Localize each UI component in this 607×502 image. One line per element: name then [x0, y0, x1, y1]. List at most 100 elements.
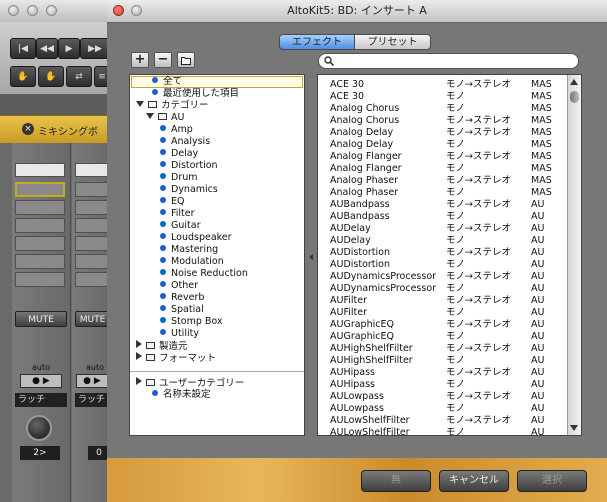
effect-list[interactable]: ACE 30 モノ→ステレオ MAS ACE 30 モノ MAS Analog Chorus… [317, 74, 582, 436]
effect-row[interactable]: AULowShelfFilter モノ→ステレオ AU [318, 415, 568, 427]
mute-button[interactable]: MUTE [15, 311, 67, 327]
tool-hand-icon[interactable]: ✋ [10, 66, 36, 87]
tree-item[interactable]: Modulation [160, 256, 224, 268]
disclosure-closed-icon[interactable] [136, 377, 142, 385]
effect-row[interactable]: Analog Flanger モノ MAS [318, 163, 568, 175]
effect-row[interactable]: AUGraphicEQ モノ AU [318, 331, 568, 343]
mute-button[interactable]: MUTE [75, 311, 110, 327]
tree-item[interactable]: 全て [152, 76, 182, 88]
effect-row[interactable]: AUHighShelfFilter モノ→ステレオ AU [318, 343, 568, 355]
tree-item[interactable]: Guitar [160, 220, 200, 232]
tree-item[interactable]: Delay [160, 148, 198, 160]
tree-item[interactable]: Amp [160, 124, 193, 136]
tree-item[interactable]: Analysis [160, 136, 210, 148]
pane-splitter[interactable] [305, 74, 317, 436]
tree-item[interactable]: Other [160, 280, 198, 292]
effect-row[interactable]: AUFilter モノ AU [318, 307, 568, 319]
tab-preset[interactable]: プリセット [354, 34, 431, 50]
insert-slot[interactable] [75, 272, 110, 287]
insert-slot[interactable] [75, 254, 110, 269]
tree-item[interactable]: Drum [160, 172, 198, 184]
insert-slot[interactable] [15, 200, 65, 215]
effect-row[interactable]: AUFilter モノ→ステレオ AU [318, 295, 568, 307]
scroll-up-icon[interactable] [570, 79, 578, 85]
insert-slot[interactable] [75, 236, 110, 251]
effect-row[interactable]: ACE 30 モノ→ステレオ MAS [318, 79, 568, 91]
cancel-button[interactable]: キャンセル [439, 470, 509, 492]
effect-row[interactable]: AULowpass モノ→ステレオ AU [318, 391, 568, 403]
effect-row[interactable]: AUDelay モノ→ステレオ AU [318, 223, 568, 235]
tree-item[interactable]: カテゴリー [136, 100, 209, 112]
effect-row[interactable]: Analog Chorus モノ→ステレオ MAS [318, 115, 568, 127]
tree-item[interactable]: EQ [160, 196, 184, 208]
tool-grab-icon[interactable]: ✋ [38, 66, 64, 87]
new-folder-button[interactable] [177, 52, 195, 68]
insert-slot[interactable] [15, 218, 65, 233]
tree-item[interactable]: Stomp Box [160, 316, 223, 328]
rewind-button[interactable]: ◀◀ [36, 38, 58, 59]
tree-item[interactable]: Filter [160, 208, 195, 220]
tree-item[interactable]: Distortion [160, 160, 218, 172]
tree-item[interactable]: Spatial [160, 304, 204, 316]
automation-buttons[interactable]: ● ▶ [76, 374, 108, 388]
effect-list-scrollbar[interactable] [567, 75, 581, 435]
tree-item[interactable]: Dynamics [160, 184, 218, 196]
pan-knob[interactable] [26, 415, 52, 441]
strip-dropdown[interactable] [15, 163, 65, 177]
tab-effect[interactable]: エフェクト [279, 34, 355, 50]
effect-row[interactable]: AUBandpass モノ AU [318, 211, 568, 223]
effect-row[interactable]: AULowShelfFilter モノ AU [318, 427, 568, 435]
effect-row[interactable]: AUHighShelfFilter モノ AU [318, 355, 568, 367]
close-icon[interactable]: × [22, 123, 34, 135]
effect-row[interactable]: AUHipass モノ→ステレオ AU [318, 367, 568, 379]
effect-row[interactable]: ACE 30 モノ MAS [318, 91, 568, 103]
effect-row[interactable]: AUDynamicsProcessor モノ AU [318, 283, 568, 295]
insert-slot[interactable] [15, 272, 65, 287]
remove-category-button[interactable]: − [154, 52, 172, 68]
tree-item[interactable]: Noise Reduction [160, 268, 248, 280]
effect-row[interactable]: Analog Phaser モノ MAS [318, 187, 568, 199]
rewind-start-button[interactable]: |◀ [10, 38, 36, 59]
forward-button[interactable]: ▶▶ [80, 38, 110, 59]
effect-row[interactable]: Analog Delay モノ MAS [318, 139, 568, 151]
insert-slot[interactable] [15, 254, 65, 269]
search-input[interactable] [337, 55, 573, 67]
disclosure-closed-icon[interactable] [136, 340, 142, 348]
close-window-button[interactable] [8, 5, 19, 16]
effect-row[interactable]: AULowpass モノ AU [318, 403, 568, 415]
automation-mode[interactable]: ラッチ [15, 393, 67, 407]
effect-row[interactable]: Analog Phaser モノ→ステレオ MAS [318, 175, 568, 187]
search-field[interactable] [318, 53, 579, 69]
tree-item[interactable]: AU [146, 112, 184, 124]
add-category-button[interactable]: + [131, 52, 149, 68]
insert-slot[interactable] [15, 236, 65, 251]
effect-row[interactable]: AUDelay モノ AU [318, 235, 568, 247]
category-tree[interactable]: 全て 最近使用した項目 カテゴリー AU Amp Analysis Delay Distort… [129, 74, 305, 436]
effect-row[interactable]: AUDistortion モノ AU [318, 259, 568, 271]
automation-mode[interactable]: ラッチ [75, 393, 110, 407]
strip-dropdown[interactable] [75, 163, 110, 177]
tree-item[interactable]: 最近使用した項目 [152, 88, 239, 100]
insert-slot[interactable] [15, 182, 65, 197]
disclosure-closed-icon[interactable] [136, 352, 142, 360]
tree-item[interactable]: 名称未設定 [152, 389, 211, 401]
tree-item[interactable]: ユーザーカテゴリー [136, 377, 244, 389]
scroll-thumb[interactable] [570, 91, 579, 103]
tree-item[interactable]: Mastering [160, 244, 218, 256]
effect-row[interactable]: AUGraphicEQ モノ→ステレオ AU [318, 319, 568, 331]
tree-item[interactable]: Utility [160, 328, 199, 340]
insert-slot[interactable] [75, 200, 110, 215]
none-button[interactable]: 無 [361, 470, 431, 492]
effect-row[interactable]: Analog Delay モノ→ステレオ MAS [318, 127, 568, 139]
scroll-down-icon[interactable] [570, 425, 578, 431]
effect-row[interactable]: Analog Flanger モノ→ステレオ MAS [318, 151, 568, 163]
effect-row[interactable]: AUDynamicsProcessor モノ→ステレオ AU [318, 271, 568, 283]
disclosure-open-icon[interactable] [146, 113, 154, 119]
automation-buttons[interactable]: ● ▶ [20, 374, 62, 388]
zoom-window-button[interactable] [46, 5, 57, 16]
tree-item[interactable]: フォーマット [136, 352, 216, 364]
insert-slot[interactable] [75, 182, 110, 197]
select-button[interactable]: 選択 [517, 470, 587, 492]
minimize-window-button[interactable] [27, 5, 38, 16]
play-button[interactable]: ▶ [58, 38, 80, 59]
